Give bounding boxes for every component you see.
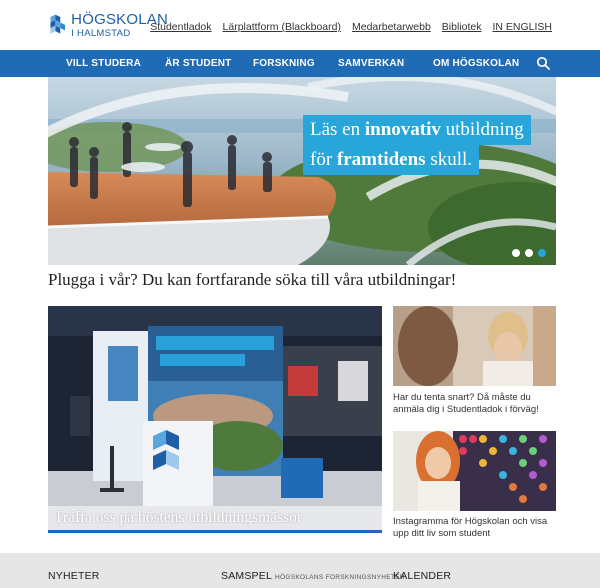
feature-image: [48, 306, 382, 533]
hero-slideshow[interactable]: Läs en innovativ utbildning för framtide…: [48, 77, 556, 265]
slide-dot-2[interactable]: [525, 249, 533, 257]
logo-mark-icon: [50, 14, 66, 34]
slide-dot-3[interactable]: [538, 249, 546, 257]
slide-dots: [512, 249, 546, 257]
hero-image: [48, 77, 556, 265]
hero-caption-text: utbildning: [440, 119, 524, 140]
student-studying-photo: [393, 306, 556, 386]
hero-caption-text: skull.: [425, 149, 473, 170]
section-samspel-title: SAMSPEL: [221, 570, 273, 582]
side-card-1-image[interactable]: [393, 306, 556, 386]
section-samspel-subtitle: HÖGSKOLANS FORSKNINGSNYHETER: [275, 574, 405, 581]
slide-dot-1[interactable]: [512, 249, 520, 257]
hero-caption-line-2: för framtidens skull.: [303, 145, 480, 175]
hero-caption-line-1: Läs en innovativ utbildning: [303, 115, 531, 145]
search-icon[interactable]: [536, 56, 550, 70]
hero-caption-text: Läs en: [310, 119, 365, 140]
nav-samverkan[interactable]: SAMVERKAN: [338, 50, 404, 77]
hero-caption-emphasis: innovativ: [364, 119, 441, 140]
hero-subtitle-link[interactable]: Plugga i vår? Du kan fortfarande söka ti…: [48, 270, 456, 290]
instagram-student-photo: [393, 431, 556, 511]
side-card-2-text[interactable]: Instagramma för Högskolan och visa upp d…: [393, 516, 563, 540]
toplink-blackboard[interactable]: Lärplattform (Blackboard): [223, 21, 341, 33]
hero-caption-emphasis: framtidens: [336, 149, 426, 170]
toplink-in-english[interactable]: IN ENGLISH: [492, 21, 552, 33]
nav-om-hogskolan[interactable]: OM HÖGSKOLAN: [433, 50, 519, 77]
site-header: HÖGSKOLAN I HALMSTAD Studentladok Lärpla…: [0, 0, 600, 50]
feature-card[interactable]: Träffa oss på höstens utbildningsmässor: [48, 306, 382, 533]
hero-caption-text: för: [310, 149, 337, 170]
section-news[interactable]: NYHETER: [48, 570, 100, 582]
nav-ar-student[interactable]: ÄR STUDENT: [165, 50, 231, 77]
section-bar: NYHETER SAMSPEL HÖGSKOLANS FORSKNINGSNYHE…: [0, 553, 600, 588]
section-samspel[interactable]: SAMSPEL HÖGSKOLANS FORSKNINGSNYHETER: [221, 570, 405, 582]
section-calendar[interactable]: KALENDER: [393, 570, 451, 582]
nav-vill-studera[interactable]: VILL STUDERA: [66, 50, 141, 77]
toplink-bibliotek[interactable]: Bibliotek: [442, 21, 482, 33]
top-links: Studentladok Lärplattform (Blackboard) M…: [150, 21, 552, 33]
side-card-1-text[interactable]: Har du tenta snart? Då måste du anmäla d…: [393, 392, 563, 416]
toplink-medarbetarwebb[interactable]: Medarbetarwebb: [352, 21, 431, 33]
feature-caption-bar: Träffa oss på höstens utbildningsmässor: [48, 506, 382, 533]
side-card-2-image[interactable]: [393, 431, 556, 511]
toplink-studentladok[interactable]: Studentladok: [150, 21, 211, 33]
feature-caption: Träffa oss på höstens utbildningsmässor: [54, 509, 302, 526]
nav-forskning[interactable]: FORSKNING: [253, 50, 315, 77]
main-nav: VILL STUDERA ÄR STUDENT FORSKNING SAMVER…: [0, 50, 600, 77]
